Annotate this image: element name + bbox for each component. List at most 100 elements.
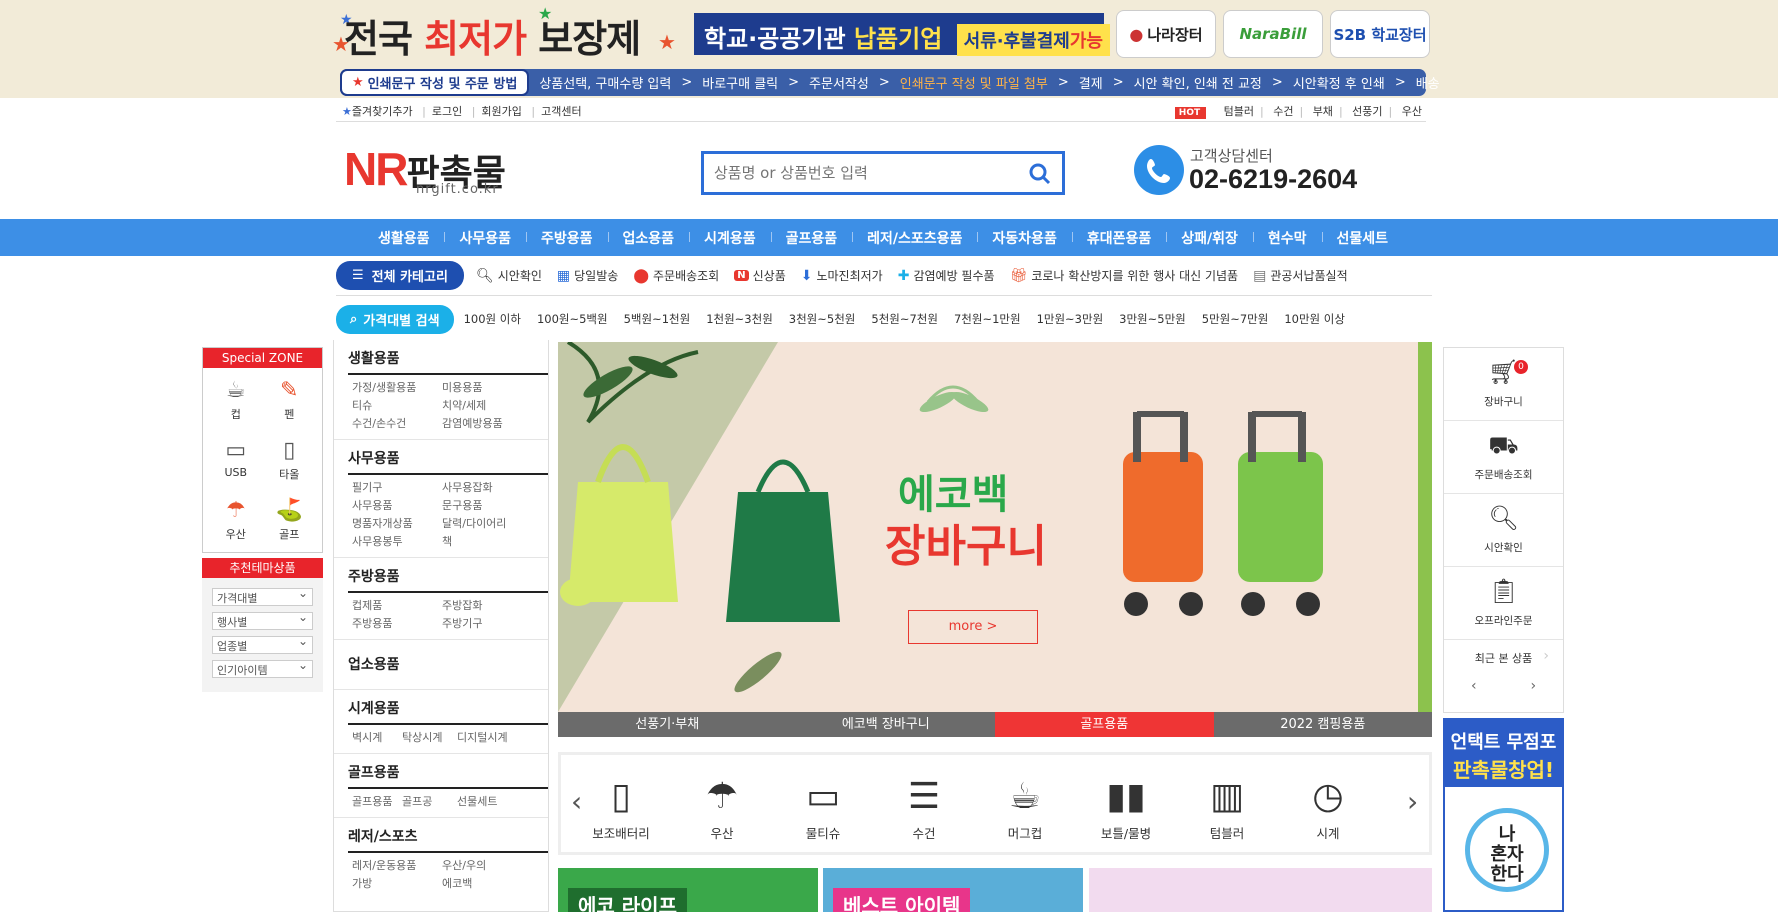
category-link[interactable]: 디지털시계: [457, 729, 537, 747]
category-link[interactable]: 사무용품: [352, 497, 442, 515]
nav-item[interactable]: 업소용품: [607, 228, 690, 248]
category-link[interactable]: 문구용품: [442, 497, 532, 515]
quick-government-records[interactable]: ▤ 관공서납품실적: [1253, 267, 1348, 284]
industry-select[interactable]: 업종별: [212, 634, 313, 654]
nav-item[interactable]: 사무용품: [444, 228, 526, 248]
hot-keyword[interactable]: 텀블러: [1224, 105, 1254, 118]
price-range-link[interactable]: 5백원~1천원: [624, 311, 691, 327]
category-link[interactable]: 선물세트: [457, 793, 537, 811]
nav-item[interactable]: 선물세트: [1321, 228, 1404, 248]
category-link[interactable]: 티슈: [352, 397, 442, 415]
proof-check-button[interactable]: 🔍︎ 시안확인: [1444, 494, 1563, 567]
category-link[interactable]: 우산/우의: [442, 857, 532, 875]
price-range-link[interactable]: 7천원~1만원: [954, 311, 1021, 327]
icon-category-item[interactable]: ☰ 수건: [884, 771, 964, 842]
price-range-link[interactable]: 3만원~5만원: [1119, 311, 1186, 327]
category-link[interactable]: 탁상시계: [402, 729, 457, 747]
quick-order-track[interactable]: ⬤ 주문배송조회: [633, 267, 719, 284]
recent-products-label[interactable]: 최근 본 상품: [1475, 652, 1533, 665]
special-item-cup[interactable]: ☕ 컵: [209, 372, 263, 432]
category-link[interactable]: 컵제품: [352, 597, 442, 615]
category-link[interactable]: 골프용품: [352, 793, 402, 811]
banner-tab[interactable]: 선풍기·부채: [558, 712, 777, 737]
price-range-link[interactable]: 10만원 이상: [1284, 311, 1345, 327]
category-link[interactable]: 레저/운동용품: [352, 857, 442, 875]
recent-next-icon[interactable]: ›: [1530, 678, 1536, 694]
category-title[interactable]: 시계용품: [348, 698, 548, 725]
price-range-link[interactable]: 100원~5백원: [537, 311, 608, 327]
partner-s2b[interactable]: S2B 학교장터: [1330, 10, 1430, 58]
banner-tab[interactable]: 에코백 장바구니: [776, 712, 995, 737]
icon-category-item[interactable]: ▯ 보조배터리: [581, 771, 661, 842]
signup-link[interactable]: 회원가입: [481, 105, 521, 118]
banner-more-button[interactable]: more >: [908, 610, 1038, 644]
login-link[interactable]: 로그인: [432, 105, 462, 118]
category-link[interactable]: 책: [442, 533, 532, 551]
price-select[interactable]: 가격대별: [212, 586, 313, 606]
quick-proof-check[interactable]: 🔍︎ 시안확인: [476, 267, 542, 284]
nav-item[interactable]: 시계용품: [689, 228, 771, 248]
category-link[interactable]: 치약/세제: [442, 397, 532, 415]
price-search-button[interactable]: ⌕ 가격대별 검색: [336, 304, 454, 334]
offline-order-button[interactable]: 📋︎ 오프라인주문: [1444, 567, 1563, 640]
hot-keyword[interactable]: 우산: [1402, 105, 1422, 118]
nav-item[interactable]: 레저/스포츠용품: [852, 228, 977, 248]
quick-no-margin[interactable]: ⬇ 노마진최저가: [801, 267, 883, 284]
category-link[interactable]: 주방용품: [352, 615, 442, 633]
category-title[interactable]: 업소용품: [348, 654, 538, 679]
popular-select[interactable]: 인기아이템: [212, 658, 313, 678]
category-link[interactable]: 주방기구: [442, 615, 532, 633]
event-select[interactable]: 행사별: [212, 610, 313, 630]
nav-item[interactable]: 주방용품: [526, 228, 608, 248]
icon-category-item[interactable]: ▭ 물티슈: [783, 771, 863, 842]
category-title[interactable]: 주방용품: [348, 566, 548, 593]
promo-card-eco[interactable]: 에코 라이프: [558, 868, 818, 912]
nav-item[interactable]: 생활용품: [363, 228, 445, 248]
price-range-link[interactable]: 100원 이하: [464, 311, 521, 327]
category-link[interactable]: 가정/생활용품: [352, 379, 442, 397]
recent-prev-icon[interactable]: ‹: [1471, 678, 1477, 694]
all-category-button[interactable]: ☰ 전체 카테고리: [336, 261, 464, 290]
category-link[interactable]: 가방: [352, 875, 442, 893]
special-item-umbrella[interactable]: ☂ 우산: [209, 492, 263, 552]
category-link[interactable]: 감염예방용품: [442, 415, 532, 433]
category-link[interactable]: 수건/손수건: [352, 415, 442, 433]
nav-item[interactable]: 골프용품: [770, 228, 853, 248]
price-range-link[interactable]: 3천원~5천원: [789, 311, 856, 327]
nav-item[interactable]: 휴대폰용품: [1071, 228, 1166, 248]
hot-keyword[interactable]: 선풍기: [1352, 105, 1382, 118]
category-link[interactable]: 골프공: [402, 793, 457, 811]
search-icon[interactable]: [1028, 162, 1052, 189]
category-link[interactable]: 미용용품: [442, 379, 532, 397]
category-title[interactable]: 사무용품: [348, 448, 548, 475]
nav-item[interactable]: 현수막: [1252, 228, 1322, 248]
category-title[interactable]: 생활용품: [348, 348, 548, 375]
icon-category-item[interactable]: ☕ 머그컵: [985, 771, 1065, 842]
hot-keyword[interactable]: 수건: [1273, 105, 1293, 118]
special-item-towel[interactable]: ▯ 타올: [263, 432, 317, 492]
price-range-link[interactable]: 5만원~7만원: [1202, 311, 1269, 327]
category-link[interactable]: 필기구: [352, 479, 442, 497]
category-link[interactable]: 달력/다이어리: [442, 515, 532, 533]
special-item-usb[interactable]: ▭ USB: [209, 432, 263, 492]
quick-same-day[interactable]: ▦ 당일발송: [557, 267, 618, 284]
site-logo[interactable]: NR판촉물 nrgift.co.kr: [344, 142, 506, 197]
untact-startup-banner[interactable]: 언택트 무점포 판촉물창업! 나 혼자 한다: [1443, 718, 1564, 912]
search-input[interactable]: [704, 154, 1004, 192]
public-supply-banner[interactable]: 학교·공공기관 납품기업 서류·후불결제가능: [694, 13, 1110, 56]
quick-infection-prevention[interactable]: ✚ 감염예방 필수품: [898, 267, 995, 284]
quick-covid-gifts[interactable]: 🎁︎ 코로나 확산방지를 위한 행사 대신 기념품: [1010, 267, 1239, 284]
category-link[interactable]: 주방잡화: [442, 597, 532, 615]
price-range-link[interactable]: 5천원~7천원: [871, 311, 938, 327]
icon-category-item[interactable]: ◷ 시계: [1288, 771, 1368, 842]
banner-tab[interactable]: 2022 캠핑용품: [1213, 712, 1432, 737]
next-arrow-icon[interactable]: ›: [1407, 785, 1418, 818]
partner-narabill[interactable]: NaraBill: [1223, 10, 1323, 58]
special-item-pen[interactable]: ✎ 펜: [263, 372, 317, 432]
category-title[interactable]: 레저/스포츠: [348, 826, 548, 853]
partner-narajangteo[interactable]: ● 나라장터: [1116, 10, 1216, 58]
promo-card-third[interactable]: [1089, 868, 1432, 912]
price-range-link[interactable]: 1천원~3천원: [706, 311, 773, 327]
cart-button[interactable]: 🛒︎ 0 장바구니: [1444, 348, 1563, 421]
promo-card-best[interactable]: 베스트 아이템: [823, 868, 1083, 912]
